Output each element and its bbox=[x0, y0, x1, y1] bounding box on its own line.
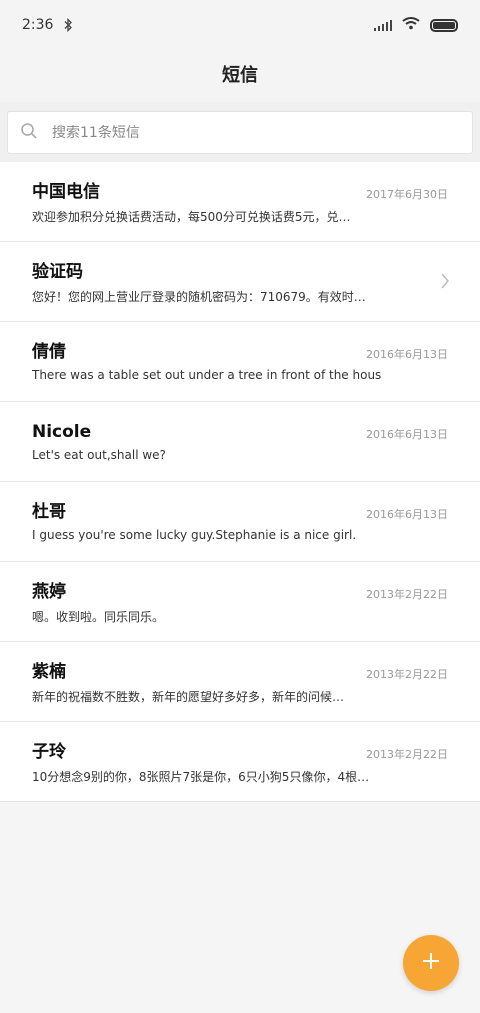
message-preview: Let's eat out,shall we? bbox=[32, 448, 166, 462]
search-icon bbox=[20, 122, 52, 144]
wifi-icon bbox=[402, 16, 420, 34]
message-row-4[interactable]: 杜哥 I guess you're some lucky guy.Stephan… bbox=[0, 482, 480, 562]
message-preview: 新年的祝福数不胜数，新年的愿望好多好多，新年的问候… bbox=[32, 690, 345, 704]
message-row-1[interactable]: 验证码 您好！您的网上营业厅登录的随机密码为：710679。有效时… bbox=[0, 242, 480, 322]
message-date: 2013年2月22日 bbox=[366, 748, 448, 761]
battery-icon bbox=[430, 18, 458, 32]
message-row-2[interactable]: 倩倩 There was a table set out under a tre… bbox=[0, 322, 480, 402]
message-date: 2013年2月22日 bbox=[366, 588, 448, 601]
status-bar: 2:36 bbox=[0, 0, 480, 50]
contact-name: 验证码 bbox=[32, 262, 83, 282]
message-preview: 您好！您的网上营业厅登录的随机密码为：710679。有效时… bbox=[32, 290, 366, 304]
message-list: 中国电信 欢迎参加积分兑换话费活动，每500分可兑换话费5元，兑… 2017年6… bbox=[0, 162, 480, 802]
search-bar-container bbox=[0, 102, 480, 162]
message-date: 2016年6月13日 bbox=[366, 428, 448, 441]
message-preview: I guess you're some lucky guy.Stephanie … bbox=[32, 528, 357, 542]
plus-icon bbox=[421, 951, 441, 975]
signal-icon bbox=[374, 19, 392, 31]
status-time: 2:36 bbox=[22, 17, 54, 33]
message-preview: 10分想念9别的你，8张照片7张是你，6只小狗5只像你，4根… bbox=[32, 770, 370, 784]
message-row-5[interactable]: 燕婷 嗯。收到啦。同乐同乐。 2013年2月22日 bbox=[0, 562, 480, 642]
message-row-3[interactable]: Nicole Let's eat out,shall we? 2016年6月13… bbox=[0, 402, 480, 482]
chevron-right-icon bbox=[440, 272, 450, 294]
search-input[interactable] bbox=[52, 124, 432, 141]
new-message-button[interactable] bbox=[403, 935, 459, 991]
message-row-6[interactable]: 紫楠 新年的祝福数不胜数，新年的愿望好多好多，新年的问候… 2013年2月22日 bbox=[0, 642, 480, 722]
message-date: 2013年2月22日 bbox=[366, 668, 448, 681]
message-date: 2016年6月13日 bbox=[366, 508, 448, 521]
message-date: 2017年6月30日 bbox=[366, 188, 448, 201]
bluetooth-icon bbox=[63, 17, 73, 33]
message-row-0[interactable]: 中国电信 欢迎参加积分兑换话费活动，每500分可兑换话费5元，兑… 2017年6… bbox=[0, 162, 480, 242]
message-preview: 嗯。收到啦。同乐同乐。 bbox=[32, 610, 165, 624]
page-title: 短信 bbox=[0, 50, 480, 102]
message-preview: 欢迎参加积分兑换话费活动，每500分可兑换话费5元，兑… bbox=[32, 210, 351, 224]
message-row-7[interactable]: 子玲 10分想念9别的你，8张照片7张是你，6只小狗5只像你，4根… 2013年… bbox=[0, 722, 480, 802]
message-preview: There was a table set out under a tree i… bbox=[32, 368, 382, 382]
search-box[interactable] bbox=[7, 111, 473, 154]
message-date: 2016年6月13日 bbox=[366, 348, 448, 361]
